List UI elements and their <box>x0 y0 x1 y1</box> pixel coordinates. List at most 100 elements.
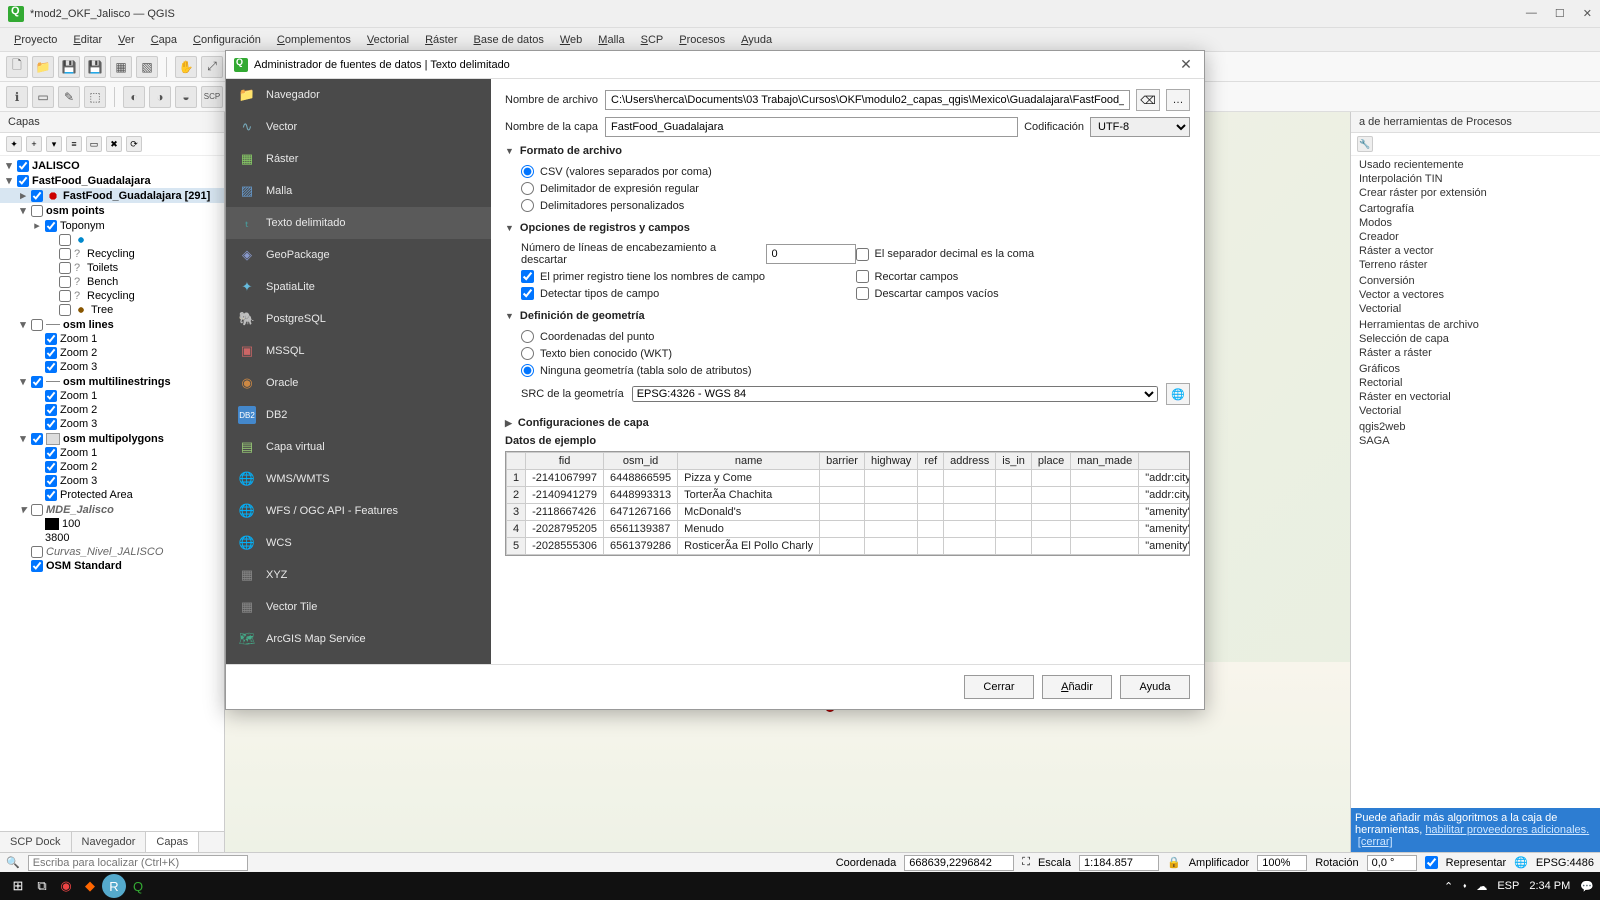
extents-icon[interactable]: ⛶ <box>1022 856 1030 869</box>
layer-node[interactable]: ▾JALISCO <box>0 158 224 173</box>
processing-item[interactable]: Selección de capa <box>1359 332 1592 346</box>
processing-item[interactable]: Rectorial <box>1359 376 1592 390</box>
processing-item[interactable]: Vectorial <box>1359 302 1592 316</box>
menu-proyecto[interactable]: Proyecto <box>8 32 63 48</box>
minimize-button[interactable]: — <box>1526 7 1537 20</box>
geom-crs-select[interactable]: EPSG:4326 - WGS 84 <box>632 386 1158 402</box>
menu-procesos[interactable]: Procesos <box>673 32 731 48</box>
scp-icon[interactable]: SCP <box>201 86 223 108</box>
locator-input[interactable] <box>28 855 248 871</box>
layer-node[interactable]: ?Recycling <box>0 289 224 303</box>
menu-editar[interactable]: Editar <box>67 32 108 48</box>
processing-item[interactable]: Creador <box>1359 230 1592 244</box>
layer-node[interactable]: Zoom 3 <box>0 360 224 374</box>
source-arcgis-map-service[interactable]: 🗺ArcGIS Map Service <box>226 623 491 655</box>
layer-node[interactable]: ▸Toponym <box>0 218 224 233</box>
source-texto-delimitado[interactable]: ₜTexto delimitado <box>226 207 491 239</box>
layer-node[interactable]: 100 <box>0 517 224 531</box>
pan-icon[interactable]: ✋ <box>175 56 197 78</box>
menu-complementos[interactable]: Complementos <box>271 32 357 48</box>
tool-icon[interactable]: ✎ <box>58 86 80 108</box>
encoding-select[interactable]: UTF-8 <box>1090 117 1190 137</box>
layer-node[interactable]: Protected Area <box>0 488 224 502</box>
dialog-help-button[interactable]: Ayuda <box>1120 675 1190 699</box>
section-records[interactable]: Opciones de registros y campos <box>505 222 1190 234</box>
panel-tab-navegador[interactable]: Navegador <box>72 832 147 852</box>
section-file-format[interactable]: Formato de archivo <box>505 145 1190 157</box>
crs-icon[interactable]: 🌐 <box>1514 856 1528 869</box>
select-icon[interactable]: ▭ <box>32 86 54 108</box>
clear-filename-button[interactable]: ⌫ <box>1136 89 1160 111</box>
processing-item[interactable]: Vectorial <box>1359 404 1592 418</box>
format-csv-radio[interactable] <box>521 165 534 178</box>
format-custom-radio[interactable] <box>521 199 534 212</box>
layer-node[interactable]: Zoom 1 <box>0 332 224 346</box>
rstudio-icon[interactable]: R <box>102 874 126 898</box>
dialog-add-button[interactable]: Añadir <box>1042 675 1112 699</box>
menu-scp[interactable]: SCP <box>635 32 670 48</box>
decimal-comma-checkbox[interactable] <box>856 248 869 261</box>
crs-picker-button[interactable]: 🌐 <box>1166 383 1190 405</box>
enable-providers-link[interactable]: habilitar proveedores adicionales. <box>1425 824 1589 836</box>
render-checkbox[interactable] <box>1425 856 1438 869</box>
chrome-icon[interactable]: ◉ <box>54 874 78 898</box>
close-button[interactable]: ✕ <box>1583 7 1592 20</box>
filter-icon[interactable]: ▾ <box>46 136 62 152</box>
qgis-taskbar-icon[interactable]: Q <box>126 874 150 898</box>
processing-item[interactable]: Vector a vectores <box>1359 288 1592 302</box>
processing-list[interactable]: Usado recientementeInterpolación TINCrea… <box>1351 156 1600 808</box>
layer-node[interactable]: Tree <box>0 303 224 317</box>
source-spatialite[interactable]: ✦SpatiaLite <box>226 271 491 303</box>
processing-item[interactable]: Ráster a ráster <box>1359 346 1592 360</box>
source-mssql[interactable]: ▣MSSQL <box>226 335 491 367</box>
dialog-close-button[interactable]: ✕ <box>1176 56 1196 73</box>
coord-input[interactable] <box>904 855 1014 871</box>
layer-node[interactable]: ▾osm multipolygons <box>0 431 224 446</box>
tool-icon[interactable]: ⟳ <box>126 136 142 152</box>
maximize-button[interactable]: ☐ <box>1555 7 1565 20</box>
skip-lines-input[interactable] <box>766 244 856 264</box>
layout-icon[interactable]: ▦ <box>110 56 132 78</box>
dialog-close-button[interactable]: Cerrar <box>964 675 1034 699</box>
layer-node[interactable]: ▾osm lines <box>0 317 224 332</box>
collapse-icon[interactable]: ▭ <box>86 136 102 152</box>
wrench-icon[interactable]: 🔧 <box>1357 136 1373 152</box>
source-malla[interactable]: ▨Malla <box>226 175 491 207</box>
remove-icon[interactable]: ✖ <box>106 136 122 152</box>
clock[interactable]: 2:34 PM <box>1529 880 1570 892</box>
layout-mgr-icon[interactable]: ▧ <box>136 56 158 78</box>
layer-node[interactable]: 3800 <box>0 531 224 545</box>
browse-button[interactable]: … <box>1166 89 1190 111</box>
menu-ver[interactable]: Ver <box>112 32 141 48</box>
source-xyz[interactable]: ▦XYZ <box>226 559 491 591</box>
detect-types-checkbox[interactable] <box>521 287 534 300</box>
layer-node[interactable]: ?Bench <box>0 275 224 289</box>
dropbox-icon[interactable]: ⬪ <box>1463 880 1466 893</box>
format-regex-radio[interactable] <box>521 182 534 195</box>
notifications-icon[interactable]: 💬 <box>1580 880 1594 893</box>
cloud-icon[interactable]: ☁ <box>1476 880 1487 893</box>
processing-item[interactable]: Usado recientemente <box>1359 158 1592 172</box>
open-project-icon[interactable]: 📁 <box>32 56 54 78</box>
crs-label[interactable]: EPSG:4486 <box>1536 857 1594 869</box>
close-hint-link[interactable]: [cerrar] <box>1358 836 1393 848</box>
processing-item[interactable]: Terreno ráster <box>1359 258 1592 272</box>
geom-none-radio[interactable] <box>521 364 534 377</box>
layer-node[interactable]: ?Recycling <box>0 247 224 261</box>
processing-item[interactable]: Ráster en vectorial <box>1359 390 1592 404</box>
filename-input[interactable] <box>605 90 1130 110</box>
save-as-icon[interactable]: 💾 <box>84 56 106 78</box>
menu-web[interactable]: Web <box>554 32 588 48</box>
menu-ráster[interactable]: Ráster <box>419 32 463 48</box>
tool-icon[interactable]: ◐ <box>123 86 145 108</box>
layer-node[interactable]: Zoom 3 <box>0 417 224 431</box>
layer-node[interactable]: ▾FastFood_Guadalajara <box>0 173 224 188</box>
source-wfs-ogc-api-features[interactable]: 🌐WFS / OGC API - Features <box>226 495 491 527</box>
processing-item[interactable]: Crear ráster por extensión <box>1359 186 1592 200</box>
lock-icon[interactable]: 🔒 <box>1167 856 1181 869</box>
menu-capa[interactable]: Capa <box>145 32 183 48</box>
menu-configuración[interactable]: Configuración <box>187 32 267 48</box>
scale-input[interactable] <box>1079 855 1159 871</box>
save-project-icon[interactable]: 💾 <box>58 56 80 78</box>
layer-node[interactable]: Zoom 3 <box>0 474 224 488</box>
